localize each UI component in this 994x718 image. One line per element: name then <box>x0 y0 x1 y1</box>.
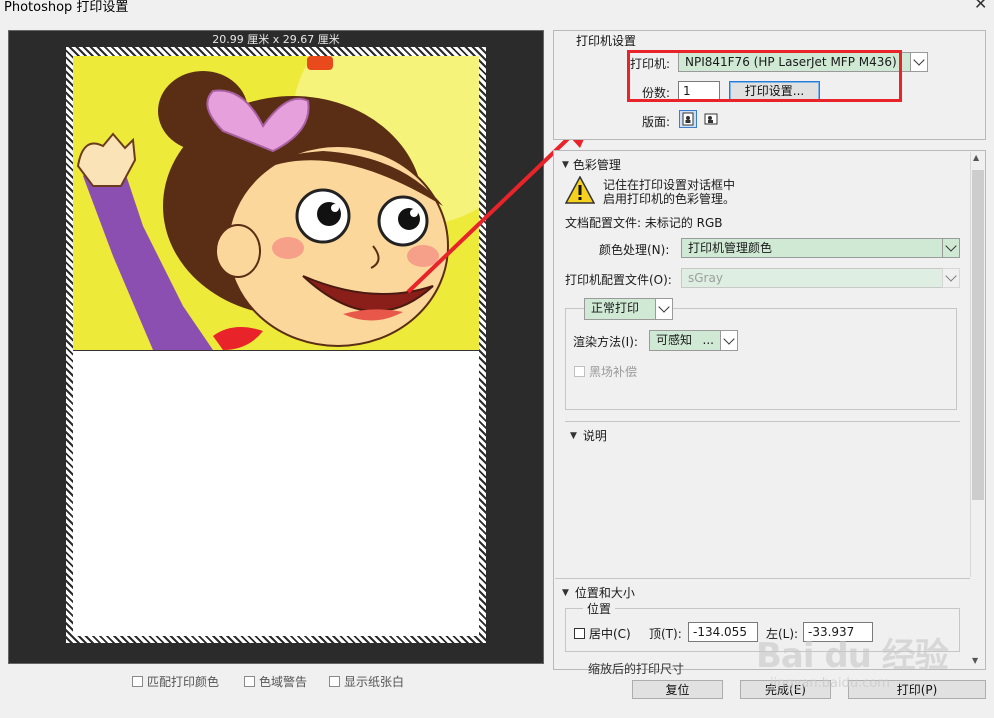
center-checkbox[interactable] <box>574 628 585 639</box>
color-management-header[interactable]: ▼ 色彩管理 <box>562 156 621 173</box>
print-mode-select[interactable]: 正常打印 <box>584 298 673 320</box>
match-print-colors-option[interactable]: 匹配打印颜色 <box>132 673 219 690</box>
show-paper-white-label: 显示纸张白 <box>344 675 405 689</box>
printer-profile-value: sGray <box>681 268 942 288</box>
match-print-colors-checkbox[interactable] <box>132 676 143 687</box>
rendering-intent-select[interactable]: 可感知 ... <box>649 330 738 351</box>
color-handling-label: 颜色处理(N): <box>599 243 670 257</box>
layout-label: 版面: <box>642 115 671 129</box>
warning-text-line2: 启用打印机的色彩管理。 <box>603 192 736 206</box>
annotation-highlight-box <box>627 50 902 102</box>
printer-settings-title: 打印机设置 <box>576 34 637 48</box>
rendering-intent-value: 可感知 <box>656 333 693 347</box>
print-mode-group <box>565 308 957 410</box>
show-paper-white-checkbox[interactable] <box>329 676 340 687</box>
scrollbar-thumb[interactable] <box>972 170 984 500</box>
portrait-layout-icon[interactable] <box>679 110 697 128</box>
chevron-down-icon <box>655 298 673 320</box>
collapse-triangle-icon: ▼ <box>562 159 569 170</box>
scaled-print-size-label: 缩放后的打印尺寸 <box>588 662 685 676</box>
warning-icon <box>564 175 596 207</box>
paper-dimensions-label: 20.99 厘米 x 29.67 厘米 <box>212 33 340 46</box>
gamut-warning-option[interactable]: 色域警告 <box>244 673 307 690</box>
color-handling-value: 打印机管理颜色 <box>681 238 942 258</box>
watermark-brand: Bai du 经验 <box>756 636 949 676</box>
scroll-down-icon[interactable]: ▼ <box>972 656 978 665</box>
color-management-title: 色彩管理 <box>572 158 621 172</box>
rendering-intent-label: 渲染方法(I): <box>573 335 638 349</box>
rendering-intent-ellipsis: ... <box>702 333 714 347</box>
print-mode-value: 正常打印 <box>584 298 655 320</box>
position-size-header[interactable]: ▼ 位置和大小 <box>562 584 635 601</box>
chevron-down-icon <box>942 268 960 288</box>
collapse-triangle-icon: ▼ <box>570 430 577 441</box>
document-profile: 文档配置文件: 未标记的 RGB <box>565 216 723 230</box>
black-point-checkbox[interactable] <box>574 366 585 377</box>
center-label: 居中(C) <box>589 627 631 641</box>
description-header[interactable]: ▼ 说明 <box>570 427 607 444</box>
divider <box>565 421 960 422</box>
chevron-down-icon <box>910 52 928 72</box>
show-paper-white-option[interactable]: 显示纸张白 <box>329 673 404 690</box>
top-label: 顶(T): <box>649 627 682 641</box>
window-title: Photoshop 打印设置 <box>4 0 129 15</box>
chevron-down-icon <box>942 238 960 258</box>
position-group-title: 位置 <box>583 600 616 617</box>
description-title: 说明 <box>582 429 607 443</box>
center-option[interactable]: 居中(C) <box>574 625 631 642</box>
divider <box>555 578 970 579</box>
position-size-title: 位置和大小 <box>574 586 635 600</box>
chevron-down-icon <box>720 330 738 351</box>
printer-profile-label: 打印机配置文件(O): <box>565 273 672 287</box>
gamut-warning-checkbox[interactable] <box>244 676 255 687</box>
black-point-option[interactable]: 黑场补偿 <box>574 363 637 380</box>
scroll-up-icon[interactable]: ▲ <box>973 153 979 162</box>
close-icon[interactable]: ✕ <box>974 0 987 13</box>
rendering-intent-field: 可感知 ... <box>649 330 720 351</box>
gamut-warning-label: 色域警告 <box>259 675 308 689</box>
black-point-label: 黑场补偿 <box>589 365 638 379</box>
printer-profile-select[interactable]: sGray <box>681 268 960 288</box>
top-input[interactable]: -134.055 <box>688 622 758 642</box>
color-handling-select[interactable]: 打印机管理颜色 <box>681 238 960 258</box>
landscape-layout-icon[interactable] <box>702 110 720 128</box>
watermark-url: jingyan.baidu.com <box>770 676 890 691</box>
reset-button[interactable]: 复位 <box>632 680 723 699</box>
collapse-triangle-icon: ▼ <box>562 587 569 598</box>
match-print-colors-label: 匹配打印颜色 <box>147 675 220 689</box>
